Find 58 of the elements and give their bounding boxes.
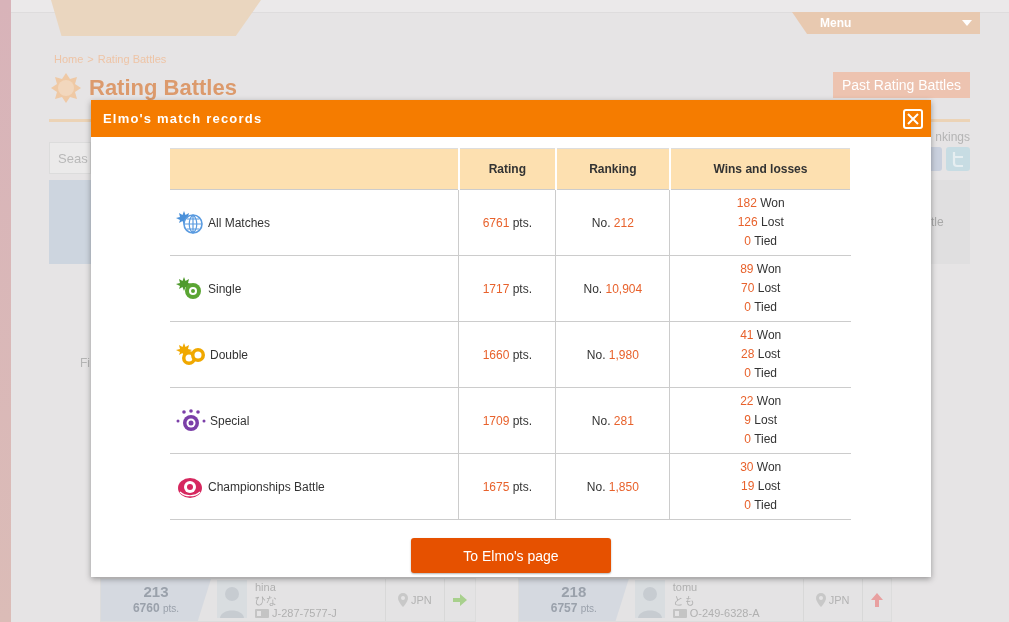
- mode-name: Double: [210, 347, 249, 362]
- past-battles-button[interactable]: Past Rating Battles: [832, 72, 970, 98]
- menu-button[interactable]: Menu: [792, 12, 980, 34]
- rating-value: 1709 pts.: [482, 413, 533, 428]
- ring-icon: [176, 276, 204, 301]
- mode-name: Championships Battle: [208, 479, 325, 494]
- rating-value: 1660 pts.: [482, 347, 533, 362]
- dialog-title: Elmo's match records: [103, 111, 263, 126]
- breadcrumb-link[interactable]: Rating Battles: [97, 53, 167, 65]
- globe-icon: [176, 210, 204, 235]
- rating-value: 1717 pts.: [482, 281, 533, 296]
- record-count: 28 Lost: [741, 347, 781, 361]
- double-ring-icon: [176, 342, 206, 367]
- ranking-value: No. 10,904: [583, 281, 643, 296]
- rank-number: 218: [561, 583, 587, 600]
- twitter-icon: [946, 147, 970, 171]
- profile-button[interactable]: To Elmo's page: [411, 538, 611, 573]
- star-ring-icon: [176, 408, 206, 433]
- close-icon: [907, 112, 919, 125]
- rating-value: 6761 pts.: [482, 215, 533, 230]
- record-count: 0 Tied: [744, 366, 778, 380]
- record-count: 182 Won: [736, 196, 785, 210]
- player-points: 6760 pts.: [132, 599, 180, 617]
- breadcrumb-link[interactable]: Home: [54, 53, 84, 65]
- pin-icon: [815, 593, 826, 607]
- record-count: 30 Won: [740, 460, 782, 474]
- record-count: 22 Won: [740, 394, 782, 408]
- column-header: Ranking: [555, 148, 670, 190]
- id-card-icon: [672, 608, 687, 618]
- record-count: 0 Tied: [744, 498, 778, 512]
- caret-icon: [962, 20, 972, 26]
- ranking-value: No. 1,980: [586, 347, 639, 362]
- record-count: 0 Tied: [744, 432, 778, 446]
- pin-icon: [398, 593, 408, 607]
- record-count: 126 Lost: [737, 215, 784, 229]
- page-title: Rating Battles: [89, 75, 237, 101]
- record-count: 0 Tied: [744, 234, 778, 248]
- record-count: 19 Lost: [741, 479, 781, 493]
- rating-value: 1675 pts.: [482, 479, 533, 494]
- record-count: 41 Won: [740, 328, 782, 342]
- tab[interactable]: tle: [931, 180, 970, 264]
- breadcrumb-separator: >: [87, 53, 94, 65]
- ranking-value: No. 281: [591, 413, 634, 428]
- column-header: Wins and losses: [669, 148, 851, 190]
- rank-number: 213: [143, 583, 169, 600]
- record-count: 89 Won: [740, 262, 782, 276]
- ranking-value: No. 1,850: [586, 479, 639, 494]
- mode-name: All Matches: [208, 215, 271, 230]
- column-header: Rating: [458, 148, 556, 190]
- record-count: 9 Lost: [744, 413, 778, 427]
- mode-name: Single: [208, 281, 242, 296]
- record-count: 0 Tied: [744, 300, 778, 314]
- player-points: 6757 pts.: [550, 599, 597, 617]
- ranking-value: No. 212: [591, 215, 634, 230]
- id-card-icon: [255, 608, 269, 618]
- record-count: 70 Lost: [741, 281, 781, 295]
- mode-name: Special: [210, 413, 250, 428]
- close-button[interactable]: [903, 108, 923, 129]
